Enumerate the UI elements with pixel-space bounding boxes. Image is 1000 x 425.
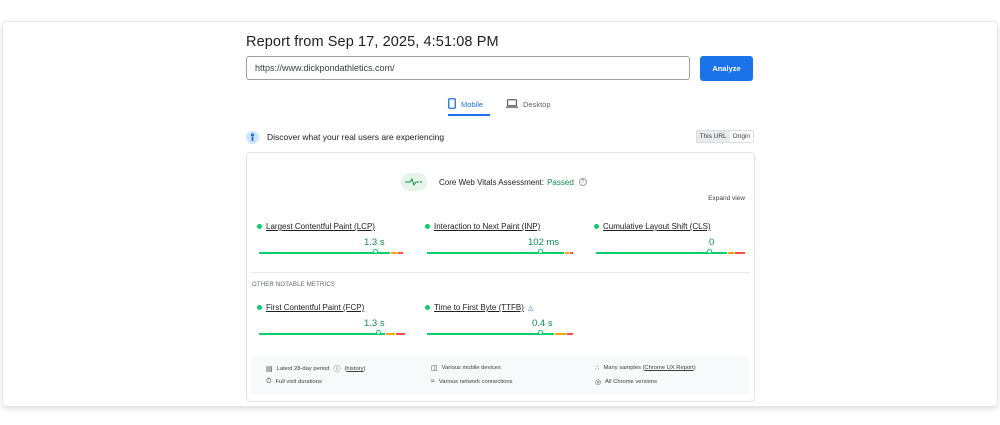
footer-devices-text: Various mobile devices	[441, 365, 501, 371]
help-icon[interactable]: ⓘ	[333, 364, 340, 374]
footer-period: ▤ Latest 28-day period ⓘ (history)	[266, 364, 366, 374]
metric-value-fcp: 1.3 s	[364, 318, 385, 329]
toggle-origin[interactable]: Origin	[730, 131, 753, 142]
calendar-icon: ▤	[266, 366, 273, 373]
metric-fcp: First Contentful Paint (FCP) 1.3 s	[257, 303, 407, 335]
metric-name-ttfb[interactable]: Time to First Byte (TTFB)	[434, 303, 524, 312]
metric-name-lcp[interactable]: Largest Contentful Paint (LCP)	[266, 222, 375, 231]
metric-value-ttfb: 0.4 s	[532, 318, 553, 329]
chrome-icon: ◎	[595, 379, 602, 386]
analyze-button[interactable]: Analyze	[700, 56, 753, 81]
distribution-bar	[427, 252, 573, 254]
chrome-ux-report-link[interactable]: Chrome UX Report	[644, 365, 693, 371]
history-link[interactable]: history	[346, 366, 363, 372]
footer-versions: ◎ All Chrome versions	[595, 378, 657, 386]
tab-mobile[interactable]: Mobile	[448, 94, 490, 116]
metric-value-lcp: 1.3 s	[364, 237, 385, 248]
metric-marker	[706, 249, 712, 254]
expand-view-link[interactable]: Expand view	[708, 195, 745, 202]
footer-samples-prefix: Many samples (	[603, 365, 645, 371]
cwv-assessment: Core Web Vitals Assessment: Passed ?	[401, 173, 587, 191]
metric-name-cls[interactable]: Cumulative Layout Shift (CLS)	[603, 222, 711, 231]
timer-icon: ⏱	[266, 378, 272, 385]
metric-inp: Interaction to Next Paint (INP) 102 ms	[425, 222, 575, 254]
wifi-icon: ≈	[431, 378, 435, 385]
tab-desktop-label: Desktop	[523, 99, 551, 109]
tab-mobile-label: Mobile	[461, 99, 484, 109]
cwv-label: Core Web Vitals Assessment:	[439, 177, 545, 187]
metric-value-cls: 0	[709, 237, 715, 248]
laptop-icon	[506, 98, 518, 110]
report-title: Report from Sep 17, 2025, 4:51:08 PM	[246, 34, 499, 50]
footer-durations: ⏱ Full visit durations	[266, 378, 322, 386]
distribution-bar	[427, 333, 573, 335]
good-status-dot	[425, 305, 430, 310]
url-input[interactable]	[246, 56, 690, 80]
devices-icon: ◫	[431, 365, 438, 372]
cwv-status: Passed	[547, 177, 574, 187]
samples-icon: ∴	[595, 365, 600, 372]
metric-lcp: Largest Contentful Paint (LCP) 1.3 s	[257, 222, 407, 254]
footer-versions-text: All Chrome versions	[605, 379, 657, 385]
good-status-dot	[425, 224, 430, 229]
distribution-bar	[596, 252, 745, 254]
footer-samples: ∴ Many samples (Chrome UX Report)	[595, 364, 696, 372]
footer-samples-suffix: )	[693, 365, 696, 371]
experimental-flask-icon: △	[527, 304, 534, 312]
distribution-bar	[259, 252, 403, 254]
metric-cls: Cumulative Layout Shift (CLS) 0	[594, 222, 745, 254]
phone-icon	[448, 97, 456, 111]
metric-name-inp[interactable]: Interaction to Next Paint (INP)	[434, 222, 540, 231]
footer-connections-text: Various network connections	[438, 378, 513, 385]
good-status-dot	[257, 224, 262, 229]
footer-connections: ≈ Various network connections	[431, 378, 513, 385]
toggle-this-url[interactable]: This URL	[696, 131, 730, 142]
metric-name-fcp[interactable]: First Contentful Paint (FCP)	[266, 303, 364, 312]
other-metrics-heading: OTHER NOTABLE METRICS	[252, 282, 336, 288]
discover-text: Discover what your real users are experi…	[267, 132, 445, 142]
footer-period-text: Latest 28-day period	[276, 366, 330, 372]
footer-devices: ◫ Various mobile devices	[431, 364, 501, 372]
tab-desktop[interactable]: Desktop	[506, 94, 556, 114]
field-data-panel: Core Web Vitals Assessment: Passed ? Exp…	[246, 152, 755, 402]
vitals-icon	[401, 173, 427, 191]
distribution-bar	[259, 333, 405, 335]
metric-value-inp: 102 ms	[528, 237, 560, 248]
divider	[251, 272, 750, 273]
discover-row: Discover what your real users are experi…	[246, 129, 754, 145]
footer-durations-text: Full visit durations	[275, 379, 322, 385]
users-icon	[246, 130, 259, 144]
good-status-dot	[594, 224, 599, 229]
url-origin-toggle: This URL Origin	[695, 130, 754, 143]
metric-ttfb: Time to First Byte (TTFB) △ 0.4 s	[425, 303, 575, 335]
data-source-footer: ▤ Latest 28-day period ⓘ (history) ⏱ Ful…	[251, 356, 749, 394]
good-status-dot	[257, 305, 262, 310]
help-icon[interactable]: ?	[578, 178, 587, 186]
